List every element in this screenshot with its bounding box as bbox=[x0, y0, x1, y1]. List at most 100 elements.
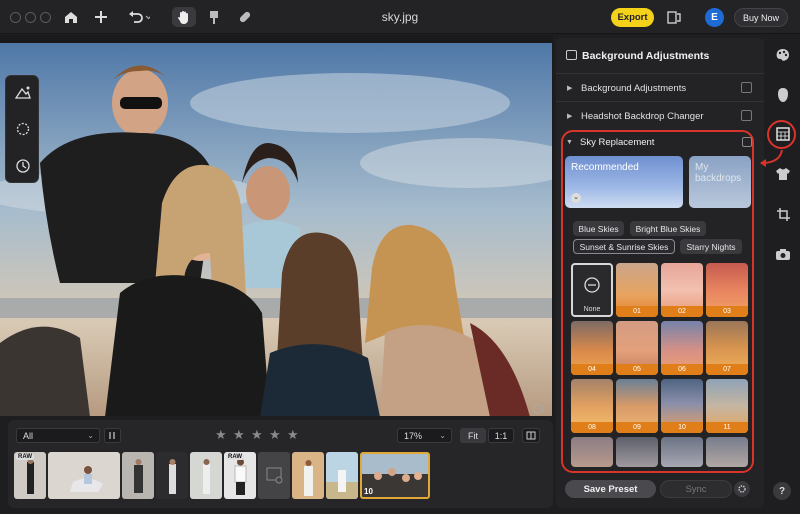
edit-icon[interactable] bbox=[741, 82, 752, 93]
camera-icon[interactable] bbox=[772, 243, 794, 265]
photo-canvas[interactable] bbox=[0, 35, 553, 416]
zoom-select[interactable]: 17% ⌄ bbox=[397, 428, 452, 443]
collapse-arrow-icon[interactable]: ▼ bbox=[566, 139, 573, 146]
one-to-one-button[interactable]: 1:1 bbox=[488, 428, 514, 443]
tile-label: 07 bbox=[706, 364, 748, 375]
section-label: Headshot Backdrop Changer bbox=[581, 111, 704, 122]
gear-icon[interactable] bbox=[734, 481, 750, 497]
sky-tile[interactable]: 11 bbox=[706, 379, 748, 433]
tile-label: 02 bbox=[661, 306, 703, 317]
zoom-value: 17% bbox=[404, 431, 423, 441]
card-label: My backdrops bbox=[695, 162, 742, 184]
export-button[interactable]: Export bbox=[611, 8, 654, 27]
title-bar: sky.jpg Export E Buy Now bbox=[0, 0, 800, 34]
sky-tile[interactable]: 03 bbox=[706, 263, 748, 317]
main-photo bbox=[0, 43, 552, 416]
palette-icon[interactable] bbox=[772, 44, 794, 66]
expand-arrow-icon: ▶ bbox=[567, 85, 573, 92]
filter-value: All bbox=[23, 431, 34, 441]
thumbnail[interactable]: RAW bbox=[14, 452, 46, 499]
thumbnail-selected[interactable]: 10 bbox=[360, 452, 430, 499]
compare-icon[interactable] bbox=[663, 7, 685, 27]
card-label: Recommended bbox=[571, 162, 639, 173]
thumbnail[interactable] bbox=[292, 452, 324, 499]
history-icon[interactable] bbox=[11, 154, 35, 178]
stack-count: 10 bbox=[364, 487, 373, 496]
chevron-down-icon: ⌄ bbox=[439, 431, 446, 440]
save-preset-button[interactable]: Save Preset bbox=[565, 480, 656, 498]
filter-select[interactable]: All ⌄ bbox=[16, 428, 100, 443]
sky-tile[interactable]: 02 bbox=[661, 263, 703, 317]
sky-replacement-title[interactable]: Sky Replacement bbox=[580, 137, 654, 148]
sort-button[interactable] bbox=[104, 428, 121, 443]
tile-label: 05 bbox=[616, 364, 658, 375]
section-background-adjustments[interactable]: ▶ Background Adjustments bbox=[556, 73, 764, 101]
my-backdrops-card[interactable]: My backdrops bbox=[689, 156, 751, 208]
user-avatar[interactable]: E bbox=[705, 8, 724, 27]
sky-tile[interactable]: 07 bbox=[706, 321, 748, 375]
expand-arrow-icon: ▶ bbox=[567, 113, 573, 120]
crop-icon[interactable] bbox=[772, 203, 794, 225]
sky-tile[interactable] bbox=[571, 437, 613, 467]
raw-badge: RAW bbox=[226, 454, 244, 460]
tile-label: 10 bbox=[661, 422, 703, 433]
left-tool-palette bbox=[5, 75, 39, 183]
tile-label: 06 bbox=[661, 364, 703, 375]
section-label: Background Adjustments bbox=[581, 83, 687, 94]
filmstrip: All ⌄ ★ ★ ★ ★ ★ 17% ⌄ Fit 1:1 RAW RAW 10 bbox=[8, 420, 553, 508]
thumbnail-placeholder[interactable] bbox=[258, 452, 290, 499]
sky-tile[interactable]: 04 bbox=[571, 321, 613, 375]
rating-star-2[interactable]: ★ bbox=[233, 427, 245, 443]
thumbnail[interactable] bbox=[326, 452, 358, 499]
sky-tile[interactable]: 05 bbox=[616, 321, 658, 375]
edit-icon[interactable] bbox=[741, 110, 752, 121]
recommended-card[interactable]: Recommended ⌄ bbox=[565, 156, 683, 208]
landscape-adjust-icon[interactable] bbox=[11, 80, 35, 104]
raw-badge: RAW bbox=[16, 454, 34, 460]
split-view-icon[interactable] bbox=[522, 428, 540, 443]
chip-bright-blue-skies[interactable]: Bright Blue Skies bbox=[630, 221, 706, 236]
sync-button[interactable]: Sync bbox=[660, 480, 732, 498]
tile-label: 01 bbox=[616, 306, 658, 317]
panel-header-icon bbox=[566, 50, 577, 60]
sky-tile[interactable] bbox=[706, 437, 748, 467]
thumbnail[interactable] bbox=[48, 452, 120, 499]
chevron-down-icon[interactable]: ⌄ bbox=[571, 193, 581, 203]
fit-button[interactable]: Fit bbox=[460, 428, 486, 443]
background-icon[interactable] bbox=[772, 123, 794, 145]
thumbnail[interactable] bbox=[122, 452, 154, 499]
edit-icon[interactable] bbox=[742, 137, 752, 147]
tile-label: 04 bbox=[571, 364, 613, 375]
chip-blue-skies[interactable]: Blue Skies bbox=[573, 221, 624, 236]
sky-tile[interactable]: 08 bbox=[571, 379, 613, 433]
sun-effect-icon[interactable] bbox=[11, 117, 35, 141]
rating-star-5[interactable]: ★ bbox=[287, 427, 299, 443]
chip-starry-nights[interactable]: Starry Nights bbox=[680, 239, 742, 254]
sky-tile[interactable]: 09 bbox=[616, 379, 658, 433]
chip-sunset-sunrise[interactable]: Sunset & Sunrise Skies bbox=[573, 239, 675, 254]
thumbnail[interactable] bbox=[190, 452, 222, 499]
sky-tile[interactable]: 06 bbox=[661, 321, 703, 375]
tile-label: None bbox=[583, 306, 601, 313]
info-icon[interactable] bbox=[533, 404, 543, 414]
thumbnail[interactable] bbox=[156, 452, 188, 499]
buy-now-button[interactable]: Buy Now bbox=[734, 8, 788, 27]
sky-tile[interactable]: 01 bbox=[616, 263, 658, 317]
tile-label: 08 bbox=[571, 422, 613, 433]
clothing-icon[interactable] bbox=[772, 163, 794, 185]
face-retouch-icon[interactable] bbox=[772, 84, 794, 106]
rating-star-3[interactable]: ★ bbox=[251, 427, 263, 443]
panel-title: Background Adjustments bbox=[582, 50, 710, 62]
help-button[interactable]: ? bbox=[773, 482, 791, 500]
sky-tile[interactable] bbox=[661, 437, 703, 467]
section-headshot-backdrop[interactable]: ▶ Headshot Backdrop Changer bbox=[556, 101, 764, 129]
tile-label: 09 bbox=[616, 422, 658, 433]
thumbnail[interactable]: RAW bbox=[224, 452, 256, 499]
app-window: sky.jpg Export E Buy Now All ⌄ ★ ★ ★ ★ ★… bbox=[0, 0, 800, 514]
sky-tile[interactable] bbox=[616, 437, 658, 467]
rating-star-4[interactable]: ★ bbox=[269, 427, 281, 443]
sky-tile[interactable]: 10 bbox=[661, 379, 703, 433]
sky-tile-none[interactable]: None bbox=[571, 263, 613, 317]
rating-star-1[interactable]: ★ bbox=[215, 427, 227, 443]
tile-label: 11 bbox=[706, 422, 748, 433]
